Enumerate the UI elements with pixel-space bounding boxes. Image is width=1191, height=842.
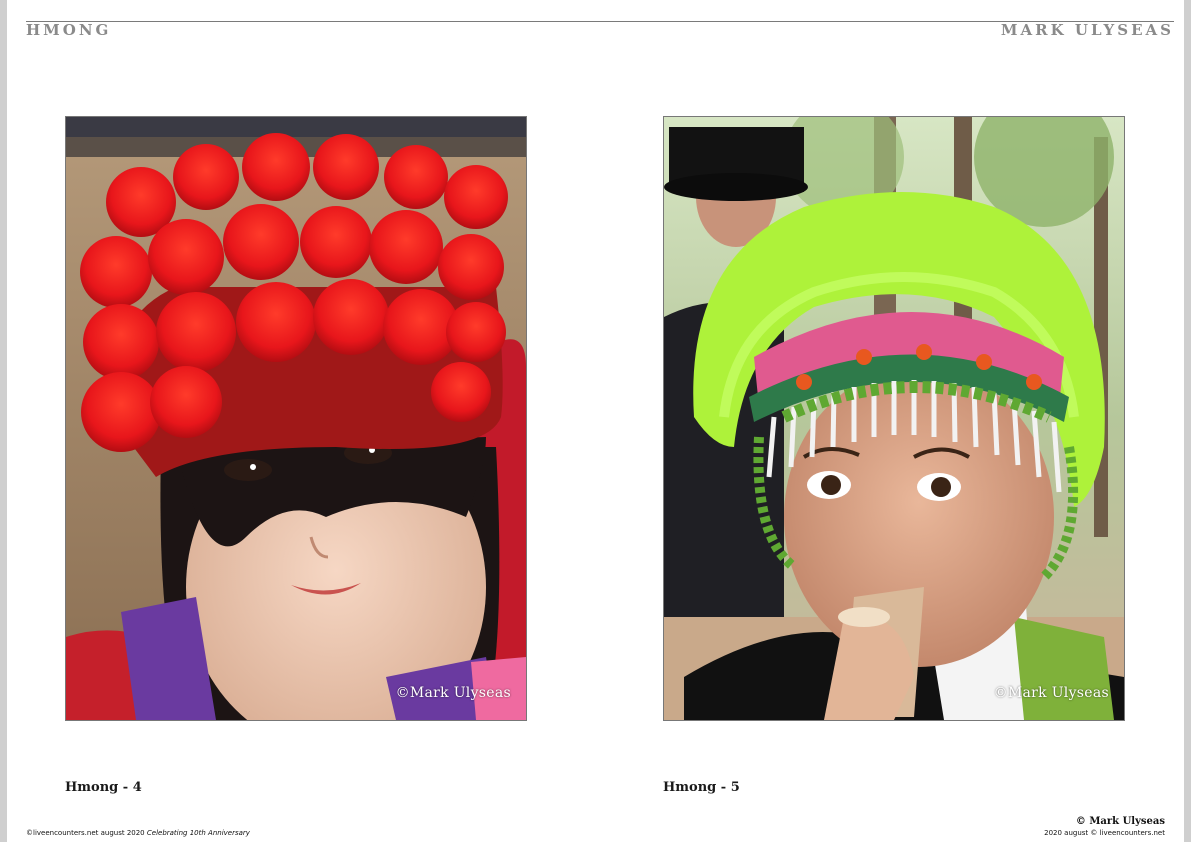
photo-watermark: ©Mark Ulyseas [395, 685, 511, 701]
section-title: HMONG [26, 21, 112, 39]
footer-publication: ©liveencounters.net august 2020 Celebrat… [26, 829, 250, 837]
magazine-page: HMONG MARK ULYSEAS ©Mark Ulyseas ©Mark U… [7, 0, 1184, 842]
photo-hmong-5: ©Mark Ulyseas [663, 116, 1125, 721]
photo-watermark: ©Mark Ulyseas [993, 685, 1109, 701]
photo-caption: Hmong - 5 [663, 780, 740, 795]
child-green-headdress-illustration [664, 117, 1124, 720]
footer-anniversary: Celebrating 10th Anniversary [146, 829, 250, 837]
footer-publication-text: ©liveencounters.net august 2020 [26, 829, 147, 837]
footer-date: 2020 august © liveencounters.net [1044, 829, 1165, 837]
author-title: MARK ULYSEAS [1000, 21, 1174, 39]
photo-hmong-4: ©Mark Ulyseas [65, 116, 527, 721]
footer-author: © Mark Ulyseas [1075, 816, 1165, 827]
girl-red-hat-illustration [66, 117, 526, 720]
photo-caption: Hmong - 4 [65, 780, 142, 795]
